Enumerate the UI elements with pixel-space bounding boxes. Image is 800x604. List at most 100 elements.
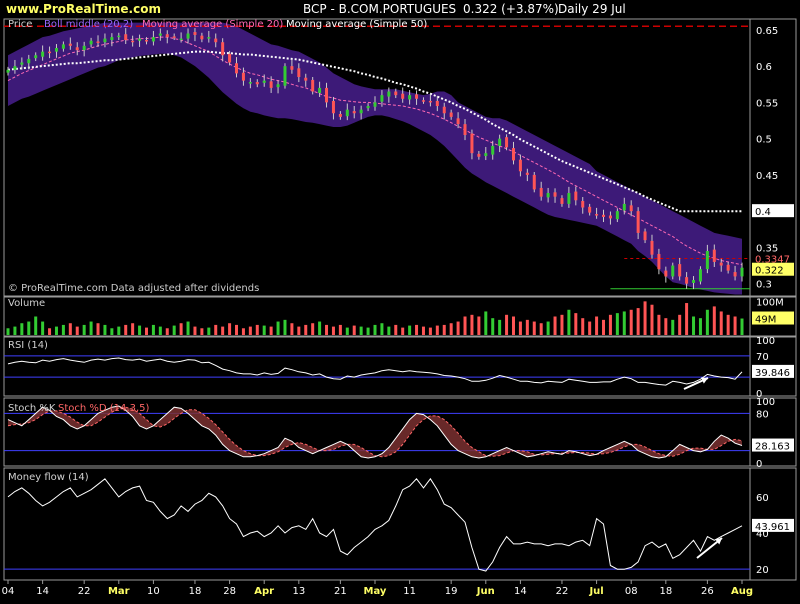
price-y-tick: 0.35 [756,243,778,254]
volume-bar [20,323,24,335]
ma50-line [7,50,742,213]
volume-bar [124,324,128,335]
volume-bar [595,316,599,335]
candle-body [470,133,474,154]
stoch-last-label: 28.163 [755,442,790,453]
candle-body [415,94,419,99]
volume-bar [421,326,425,335]
volume-bar [75,326,79,335]
price-legend-item: Boll middle (20,2) [44,19,133,30]
money-flow-panel: Money flow (14)60402043.961 [3,467,797,581]
candle-body [553,192,557,197]
candle-body [297,68,301,78]
volume-bar [387,326,391,335]
rsi-title: RSI (14) [8,340,48,351]
candle-body [692,280,696,283]
volume-bar [165,328,169,335]
volume-bar [6,328,10,335]
volume-title: Volume [8,298,45,309]
candle-body [207,37,211,39]
volume-bar [214,324,218,335]
volume-bar [678,314,682,335]
bollinger-band [8,22,742,295]
candle-body [158,33,162,36]
candle-body [463,124,467,136]
candle-body [629,205,633,212]
candle-body [75,47,79,51]
volume-bar [82,324,86,335]
volume-bar [525,319,529,335]
candle-body [48,51,52,54]
candle-body [255,82,259,85]
volume-bar [685,303,689,335]
x-tick-label: 11 [403,586,416,597]
candle-body [698,269,702,282]
volume-bar [491,318,495,335]
chart-window: www.ProRealTime.com BCP - B.COM.PORTUGUE… [0,0,800,600]
volume-bar [477,316,481,335]
candle-body [602,214,606,217]
x-tick-label: 28 [223,586,236,597]
volume-bar [158,326,162,335]
x-tick-label: 18 [189,586,202,597]
candle-body [518,159,522,172]
candle-body [608,215,612,219]
mf-title: Money flow (14) [8,472,89,483]
candle-body [428,100,432,103]
volume-bar [740,318,744,335]
candle-body [588,206,592,213]
candle-body [373,102,377,107]
volume-bar [290,323,294,335]
candle-body [380,95,384,102]
volume-bar [484,311,488,335]
volume-bar [643,301,647,335]
volume-bar [698,318,702,335]
candle-body [636,211,640,233]
x-tick-label: 14 [514,586,527,597]
period-label: Daily 29 Jul [558,2,626,16]
volume-bar [532,321,536,335]
candle-body [345,109,349,117]
x-tick-label: 22 [78,586,91,597]
price-last-label: 0.322 [755,266,784,277]
price-y-tick: 0.3 [756,280,772,291]
candle-body [186,33,190,39]
volume-bar [68,323,72,335]
volume-bar [636,308,640,335]
volume-bar [262,325,266,335]
candle-body [477,153,481,157]
candle-body [615,211,619,220]
candle-body [27,58,31,64]
volume-bar [110,328,114,335]
volume-bar [248,326,252,335]
volume-bar [671,319,675,335]
candle-body [235,63,239,74]
candle-body [110,37,114,41]
candle-body [6,69,10,73]
volume-bar [186,321,190,335]
candle-body [117,35,121,38]
volume-bar [352,325,356,335]
ticker-name: BCP - B.COM.PORTUGUES [303,2,456,16]
candle-body [61,44,65,49]
candle-body [705,251,709,270]
candle-body [193,32,197,35]
candle-body [401,93,405,99]
mf-last-label: 43.961 [755,522,790,533]
volume-bar [470,314,474,335]
x-tick-label: 19 [445,586,458,597]
volume-bar [255,324,259,335]
candle-body [68,43,72,46]
candle-body [82,45,86,51]
x-axis: 04 14 22 Mar 10 18 28 Apr 13 21 May 11 19 Jun 14 22 Jul 0… [2,580,753,597]
stoch-d-line [7,406,743,458]
candle-body [290,66,294,70]
x-tick-label: Mar [108,586,130,597]
candle-body [394,91,398,96]
x-tick-label: 22 [556,586,569,597]
stoch-subtitle: Stoch %D (14,3,5) [58,403,149,414]
x-tick-label: 26 [701,586,714,597]
volume-bar [103,324,107,335]
site-name[interactable]: www.ProRealTime.com [6,2,161,16]
candle-body [546,193,550,198]
